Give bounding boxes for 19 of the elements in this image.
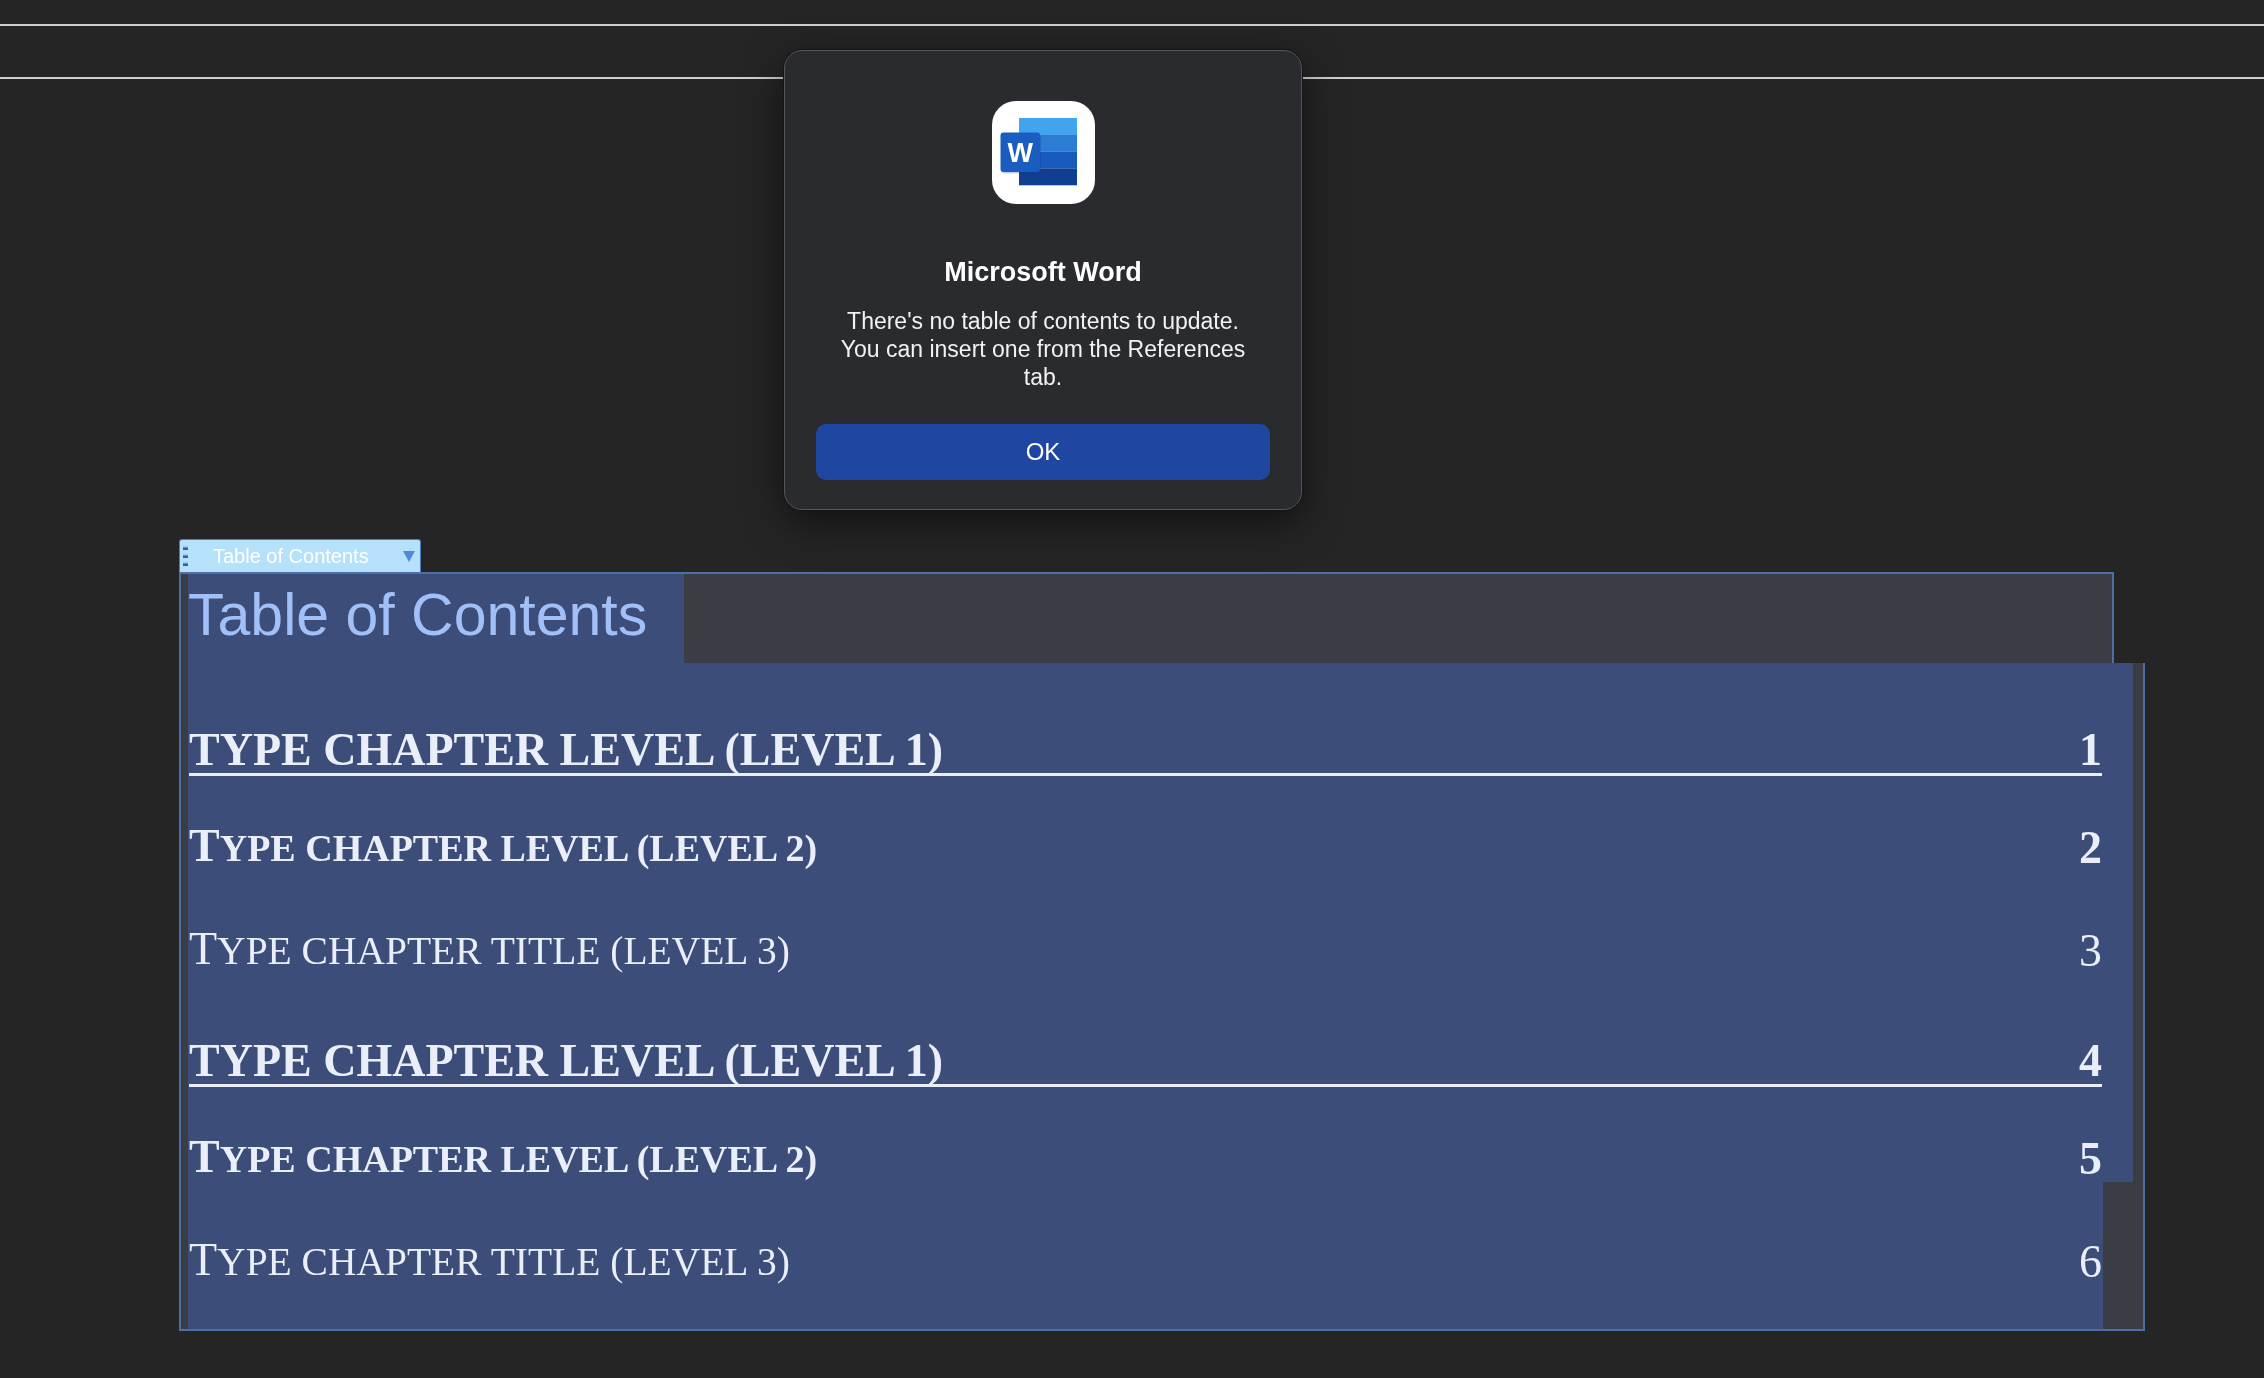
toc-entry: TYPE CHAPTER LEVEL (LEVEL 1) bbox=[189, 1038, 2079, 1087]
toc-heading: Table of Contents bbox=[188, 574, 684, 663]
ok-button[interactable]: OK bbox=[816, 424, 1270, 480]
page-number: 2 bbox=[2079, 825, 2102, 871]
page-number: 3 bbox=[2079, 928, 2102, 974]
dialog-message: There's no table of contents to update. You can insert one from the References tab. bbox=[839, 307, 1247, 391]
toc-entry: TYPE CHAPTER LEVEL (LEVEL 2) bbox=[189, 1134, 819, 1182]
caret-icon[interactable] bbox=[403, 550, 415, 562]
dialog-title: Microsoft Word bbox=[944, 257, 1142, 288]
page-number: 4 bbox=[2079, 1038, 2102, 1087]
toc-entry: TYPE CHAPTER LEVEL (LEVEL 2) bbox=[189, 823, 819, 871]
toc-entry: TYPE CHAPTER TITLE (LEVEL 3) bbox=[189, 1237, 791, 1285]
page-number: 5 bbox=[2079, 1136, 2102, 1182]
toc-entry: TYPE CHAPTER TITLE (LEVEL 3) bbox=[189, 926, 791, 974]
logo-letter: W bbox=[1006, 138, 1033, 168]
toc-entry: TYPE CHAPTER LEVEL (LEVEL 1) bbox=[189, 727, 2079, 776]
drag-handle-icon[interactable] bbox=[183, 545, 188, 567]
page-number: 1 bbox=[2079, 727, 2102, 776]
page-number: 6 bbox=[2079, 1239, 2102, 1285]
